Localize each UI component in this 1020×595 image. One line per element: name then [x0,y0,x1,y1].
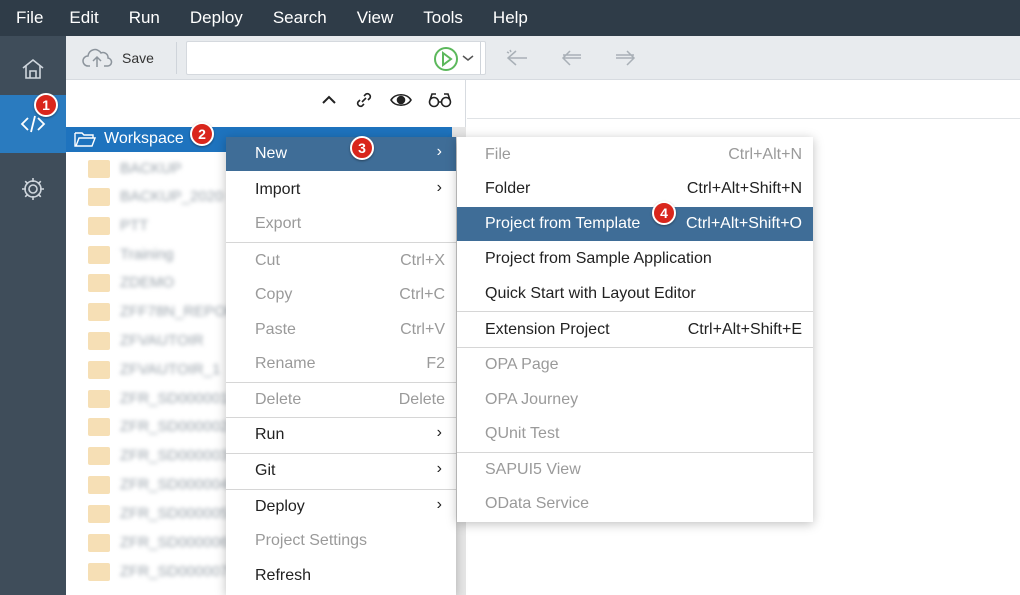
gear-icon [22,178,44,200]
home-button[interactable] [0,40,66,98]
forward-arrow-icon[interactable] [612,48,638,68]
folder-icon [88,274,110,292]
folder-icon [88,476,110,494]
step-badge: 3 [350,136,374,160]
toolbar-separator [176,42,177,74]
menu-item-delete[interactable]: Delete Delete [226,383,456,417]
menu-file[interactable]: File [0,0,43,36]
folder-icon [88,332,110,350]
back-arrow-icon[interactable] [504,48,530,68]
menu-run[interactable]: Run [113,0,160,36]
new-submenu: File Ctrl+Alt+N Folder Ctrl+Alt+Shift+N … [457,137,813,522]
folder-icon [88,361,110,379]
home-icon [22,58,44,79]
chevron-down-icon [462,55,474,61]
menu-item-cut[interactable]: Cut Ctrl+X [226,244,456,278]
menu-view[interactable]: View [341,0,394,36]
folder-icon [88,160,110,178]
chevron-right-icon: › [436,143,442,160]
folder-icon [88,390,110,408]
menu-item-sapui5-view[interactable]: SAPUI5 View [457,453,813,487]
cloud-upload-icon [82,48,113,67]
menu-item-opa-page[interactable]: OPA Page [457,348,813,382]
menu-item-opa-journey[interactable]: OPA Journey [457,383,813,417]
folder-open-icon [74,132,96,147]
menu-item-qunit-test[interactable]: QUnit Test [457,417,813,451]
menu-separator [226,242,456,243]
collapse-icon[interactable] [320,91,338,109]
folder-icon [88,217,110,235]
menu-item-project-settings[interactable]: Project Settings [226,524,456,558]
menu-tools[interactable]: Tools [407,0,463,36]
menu-item-refresh[interactable]: Refresh [226,559,456,593]
menu-item-new[interactable]: New › [226,137,456,171]
menu-item-project-from-sample[interactable]: Project from Sample Application [457,242,813,276]
chevron-right-icon: › [436,460,442,477]
context-menu: New › Import › Export Cut Ctrl+X Copy Ct… [226,137,456,595]
eye-icon[interactable] [390,91,412,109]
menu-bar: File Edit Run Deploy Search View Tools H… [0,0,1020,36]
folder-icon [88,418,110,436]
tree-toolbar [66,80,466,120]
menu-item-copy[interactable]: Copy Ctrl+C [226,278,456,312]
chevron-right-icon: › [436,424,442,441]
menu-item-deploy[interactable]: Deploy › [226,490,456,524]
folder-icon [88,534,110,552]
menu-item-export[interactable]: Export [226,207,456,241]
menu-separator [457,311,813,312]
menu-item-folder[interactable]: Folder Ctrl+Alt+Shift+N [457,172,813,206]
folder-icon [88,246,110,264]
workspace-label: Workspace [104,130,184,147]
menu-item-file[interactable]: File Ctrl+Alt+N [457,138,813,172]
menu-item-project-from-template[interactable]: Project from Template Ctrl+Alt+Shift+O [457,207,813,241]
folder-icon [88,505,110,523]
chevron-right-icon: › [436,179,442,196]
step-badge: 2 [190,122,214,146]
menu-item-quick-start[interactable]: Quick Start with Layout Editor [457,277,813,311]
step-badge: 1 [34,93,58,117]
menu-deploy[interactable]: Deploy [174,0,243,36]
save-button[interactable]: Save [82,36,154,80]
folder-icon [88,563,110,581]
settings-button[interactable] [0,160,66,218]
folder-icon [88,447,110,465]
menu-item-import[interactable]: Import › [226,173,456,207]
chevron-right-icon: › [436,496,442,513]
menu-item-odata-service[interactable]: OData Service [457,487,813,521]
left-sidebar [0,36,66,595]
folder-icon [88,188,110,206]
menu-item-rename[interactable]: Rename F2 [226,347,456,381]
step-badge: 4 [652,201,676,225]
menu-item-paste[interactable]: Paste Ctrl+V [226,313,456,347]
editor-tab-bar [467,80,1020,119]
menu-item-extension-project[interactable]: Extension Project Ctrl+Alt+Shift+E [457,313,813,347]
toolbar: Save [66,36,1020,80]
menu-item-git[interactable]: Git › [226,454,456,488]
menu-search[interactable]: Search [257,0,327,36]
back-arrow-icon[interactable] [559,48,585,68]
toolbar-separator [480,42,481,74]
menu-item-run[interactable]: Run › [226,418,456,452]
menu-help[interactable]: Help [477,0,528,36]
run-icon[interactable] [432,45,460,73]
menu-edit[interactable]: Edit [53,0,98,36]
link-icon[interactable] [354,90,374,110]
folder-icon [88,303,110,321]
glasses-icon[interactable] [428,91,452,109]
save-label: Save [122,50,154,66]
